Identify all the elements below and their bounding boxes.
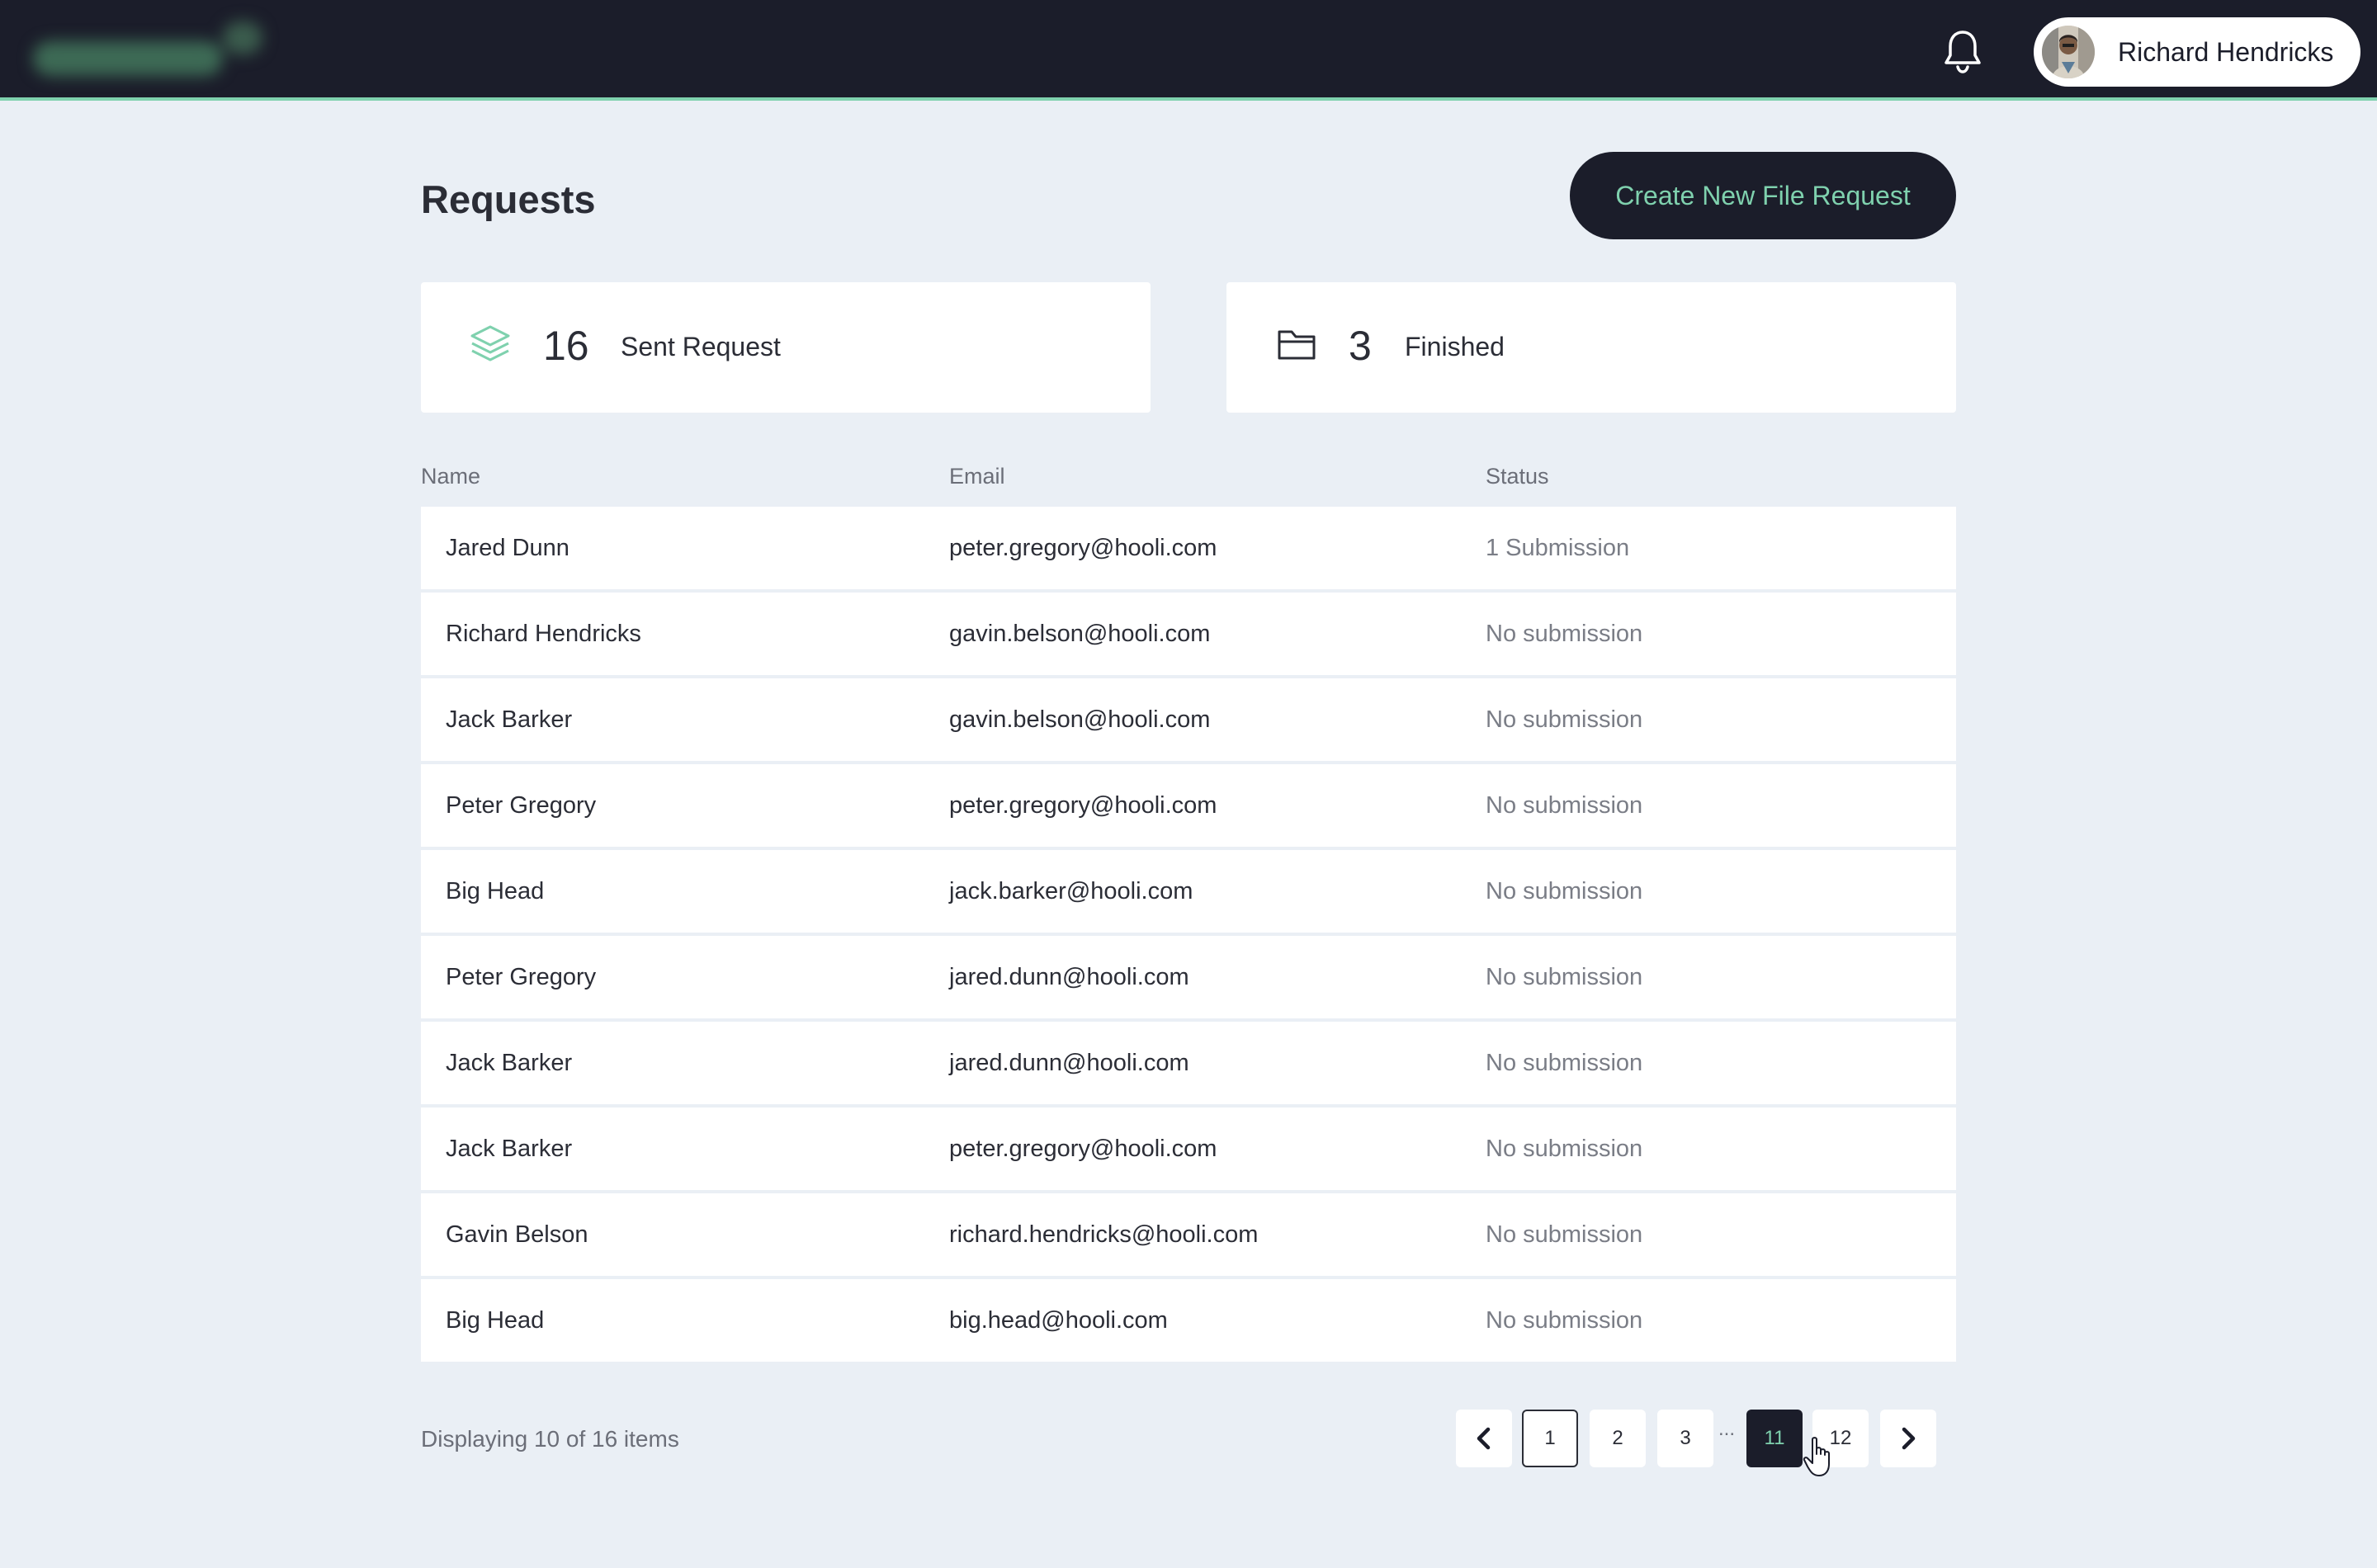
row-status: No submission	[1486, 878, 1643, 904]
row-name: Jared Dunn	[446, 535, 569, 561]
table-row[interactable]: Richard Hendricks gavin.belson@hooli.com…	[421, 593, 1956, 675]
hand-cursor-icon	[1803, 1436, 1836, 1479]
requests-table: Jared Dunn peter.gregory@hooli.com 1 Sub…	[421, 507, 1956, 1365]
row-email: richard.hendricks@hooli.com	[949, 1221, 1259, 1248]
row-name: Big Head	[446, 878, 545, 904]
column-header-name: Name	[421, 464, 481, 489]
row-email: peter.gregory@hooli.com	[949, 1136, 1217, 1162]
user-name: Richard Hendricks	[2118, 37, 2334, 67]
finished-count: 3	[1349, 323, 1372, 369]
pagination-page-2[interactable]: 2	[1590, 1410, 1646, 1467]
table-row[interactable]: Gavin Belson richard.hendricks@hooli.com…	[421, 1193, 1956, 1276]
layers-icon	[469, 324, 512, 366]
chevron-left-icon	[1477, 1427, 1491, 1450]
pagination-ellipsis: ...	[1718, 1418, 1736, 1440]
row-status: No submission	[1486, 1307, 1643, 1334]
row-status: 1 Submission	[1486, 535, 1630, 561]
finished-label: Finished	[1405, 332, 1505, 361]
create-file-request-button[interactable]: Create New File Request	[1570, 152, 1956, 239]
items-count-text: Displaying 10 of 16 items	[421, 1426, 679, 1452]
bell-icon[interactable]	[1941, 28, 1984, 74]
sent-request-label: Sent Request	[621, 332, 781, 361]
row-status: No submission	[1486, 1221, 1643, 1248]
table-row[interactable]: Jared Dunn peter.gregory@hooli.com 1 Sub…	[421, 507, 1956, 589]
row-name: Gavin Belson	[446, 1221, 588, 1248]
column-header-email: Email	[949, 464, 1005, 489]
pagination-prev-button[interactable]	[1456, 1410, 1512, 1467]
row-email: big.head@hooli.com	[949, 1307, 1168, 1334]
pagination-page-3[interactable]: 3	[1657, 1410, 1713, 1467]
row-email: jared.dunn@hooli.com	[949, 1050, 1189, 1076]
row-name: Big Head	[446, 1307, 545, 1334]
row-email: jared.dunn@hooli.com	[949, 964, 1189, 990]
row-email: gavin.belson@hooli.com	[949, 706, 1211, 733]
row-email: gavin.belson@hooli.com	[949, 621, 1211, 647]
finished-card: 3 Finished	[1226, 282, 1956, 413]
row-status: No submission	[1486, 706, 1643, 733]
row-status: No submission	[1486, 1136, 1643, 1162]
sent-request-count: 16	[543, 323, 589, 369]
table-row[interactable]: Big Head jack.barker@hooli.com No submis…	[421, 850, 1956, 933]
row-name: Jack Barker	[446, 1136, 573, 1162]
row-status: No submission	[1486, 792, 1643, 819]
row-name: Jack Barker	[446, 706, 573, 733]
row-status: No submission	[1486, 964, 1643, 990]
table-row[interactable]: Jack Barker jared.dunn@hooli.com No subm…	[421, 1022, 1956, 1104]
app-logo[interactable]	[25, 21, 264, 84]
avatar	[2042, 26, 2095, 78]
table-row[interactable]: Jack Barker peter.gregory@hooli.com No s…	[421, 1108, 1956, 1190]
row-name: Peter Gregory	[446, 964, 597, 990]
row-email: peter.gregory@hooli.com	[949, 535, 1217, 561]
row-email: peter.gregory@hooli.com	[949, 792, 1217, 819]
row-email: jack.barker@hooli.com	[949, 878, 1193, 904]
row-status: No submission	[1486, 621, 1643, 647]
top-bar: Richard Hendricks	[0, 0, 2377, 101]
column-header-status: Status	[1486, 464, 1549, 489]
chevron-right-icon	[1902, 1427, 1916, 1450]
table-row[interactable]: Jack Barker gavin.belson@hooli.com No su…	[421, 678, 1956, 761]
user-menu-button[interactable]: Richard Hendricks	[2034, 17, 2360, 87]
table-row[interactable]: Big Head big.head@hooli.com No submissio…	[421, 1279, 1956, 1362]
table-row[interactable]: Peter Gregory peter.gregory@hooli.com No…	[421, 764, 1956, 847]
row-name: Jack Barker	[446, 1050, 573, 1076]
row-name: Richard Hendricks	[446, 621, 641, 647]
pagination-page-11[interactable]: 11	[1746, 1410, 1803, 1467]
folder-icon	[1276, 324, 1319, 366]
row-name: Peter Gregory	[446, 792, 597, 819]
table-row[interactable]: Peter Gregory jared.dunn@hooli.com No su…	[421, 936, 1956, 1018]
row-status: No submission	[1486, 1050, 1643, 1076]
sent-request-card: 16 Sent Request	[421, 282, 1151, 413]
pagination-page-1[interactable]: 1	[1522, 1410, 1578, 1467]
page-title: Requests	[421, 177, 596, 221]
pagination-next-button[interactable]	[1880, 1410, 1936, 1467]
